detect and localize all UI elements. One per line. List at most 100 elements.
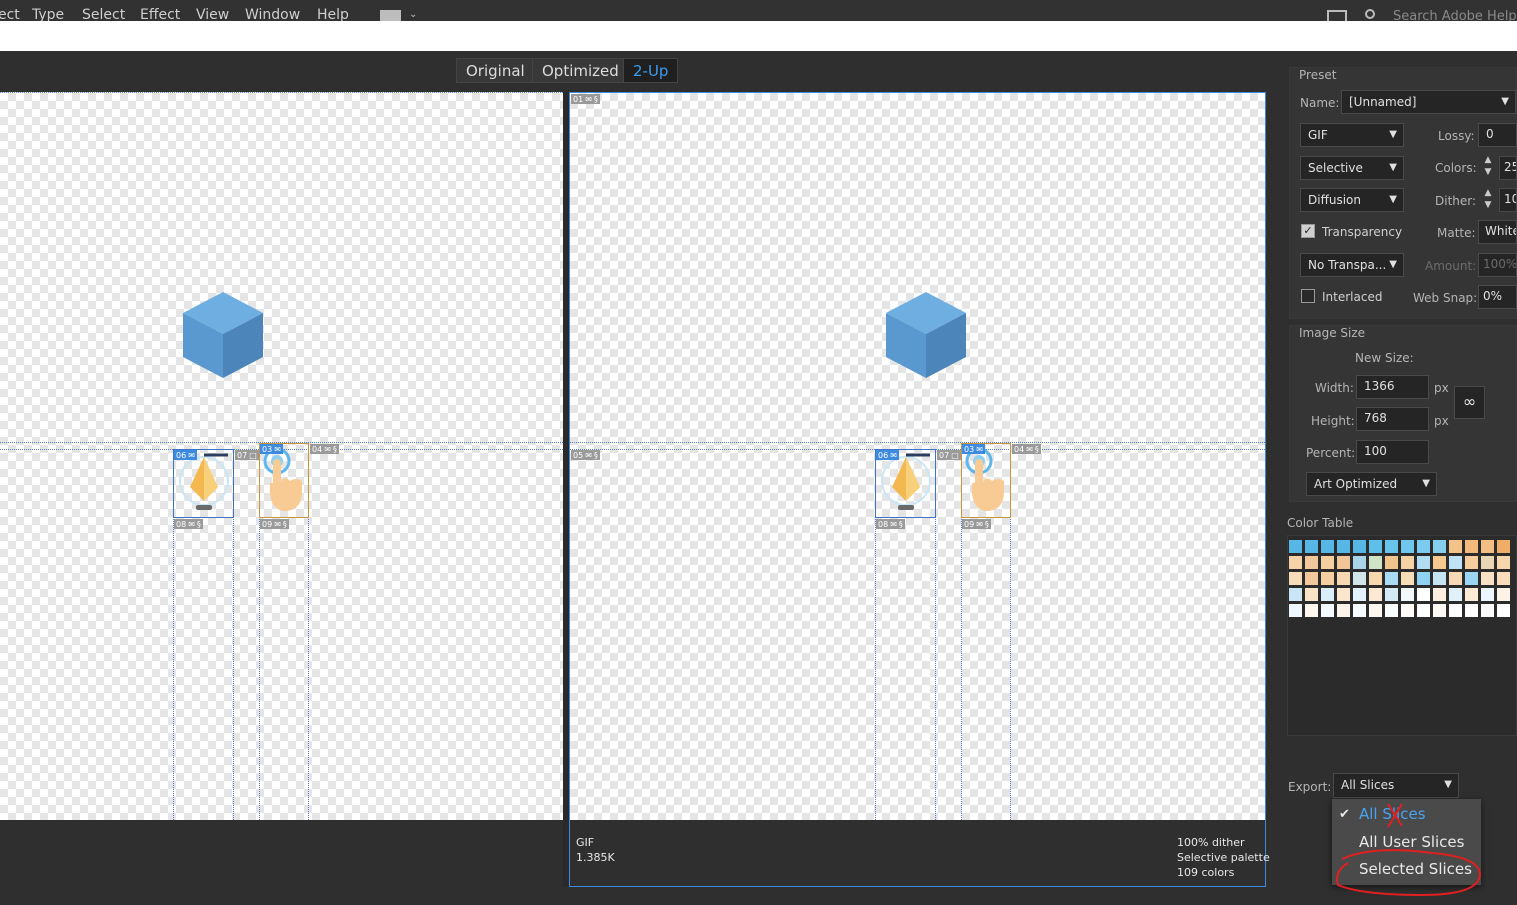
colors-stepper-icon[interactable]: ▲ ▼ bbox=[1480, 154, 1496, 180]
format-select[interactable]: GIF ▼ bbox=[1300, 123, 1404, 147]
color-swatch[interactable] bbox=[1401, 604, 1414, 617]
color-swatch[interactable] bbox=[1385, 604, 1398, 617]
color-swatch[interactable] bbox=[1449, 572, 1462, 585]
color-swatch[interactable] bbox=[1401, 572, 1414, 585]
color-swatch[interactable] bbox=[1433, 604, 1446, 617]
color-swatch[interactable] bbox=[1497, 540, 1510, 553]
color-swatch[interactable] bbox=[1385, 540, 1398, 553]
color-swatch[interactable] bbox=[1481, 588, 1494, 601]
color-swatch[interactable] bbox=[1337, 540, 1350, 553]
color-swatch[interactable] bbox=[1481, 572, 1494, 585]
color-swatch[interactable] bbox=[1305, 540, 1318, 553]
color-swatch[interactable] bbox=[1433, 572, 1446, 585]
color-swatch[interactable] bbox=[1337, 572, 1350, 585]
color-swatch[interactable] bbox=[1417, 604, 1430, 617]
tab-2-up[interactable]: 2-Up bbox=[623, 58, 679, 83]
color-swatch[interactable] bbox=[1401, 540, 1414, 553]
color-swatch[interactable] bbox=[1369, 540, 1382, 553]
color-swatch[interactable] bbox=[1417, 588, 1430, 601]
menu-effect[interactable]: Effect bbox=[140, 7, 180, 21]
color-swatch[interactable] bbox=[1465, 588, 1478, 601]
percent-input[interactable]: 100 bbox=[1356, 440, 1429, 464]
width-input[interactable]: 1366 bbox=[1356, 375, 1429, 399]
resample-quality-select[interactable]: Art Optimized ▼ bbox=[1306, 472, 1437, 496]
color-swatch[interactable] bbox=[1385, 572, 1398, 585]
transparency-checkbox[interactable]: ✓ bbox=[1301, 224, 1315, 238]
lossy-input[interactable]: 0 bbox=[1478, 123, 1517, 147]
menu-object[interactable]: ect bbox=[0, 7, 20, 21]
color-swatch[interactable] bbox=[1401, 588, 1414, 601]
color-swatch[interactable] bbox=[1353, 604, 1366, 617]
color-swatch[interactable] bbox=[1353, 572, 1366, 585]
color-swatch[interactable] bbox=[1289, 588, 1302, 601]
tab-original[interactable]: Original bbox=[456, 58, 535, 83]
original-preview-pane[interactable]: 06 ✉ 07 □ 03 ✉ 04 ✉ § 08 ✉ § 09 ✉ § bbox=[0, 92, 563, 820]
matte-select[interactable]: White bbox=[1478, 220, 1517, 244]
color-swatch[interactable] bbox=[1353, 588, 1366, 601]
color-swatch[interactable] bbox=[1417, 572, 1430, 585]
color-swatch[interactable] bbox=[1353, 540, 1366, 553]
color-swatch[interactable] bbox=[1321, 572, 1334, 585]
workspace-switcher-icon[interactable] bbox=[380, 10, 401, 21]
optimized-preview-pane[interactable]: 01 ✉ § 05 ✉ § 06 ✉ 07 □ 03 ✉ 04 ✉ § 08 ✉ § 09 ✉ § bbox=[569, 92, 1266, 820]
tab-optimized[interactable]: Optimized bbox=[532, 58, 629, 83]
color-swatch[interactable] bbox=[1321, 540, 1334, 553]
color-swatch[interactable] bbox=[1401, 556, 1414, 569]
export-select[interactable]: All Slices ▼ bbox=[1333, 773, 1459, 798]
color-swatch[interactable] bbox=[1289, 604, 1302, 617]
color-swatch[interactable] bbox=[1481, 540, 1494, 553]
dither-algorithm-select[interactable]: Diffusion ▼ bbox=[1300, 188, 1404, 212]
color-swatch[interactable] bbox=[1449, 588, 1462, 601]
color-swatch[interactable] bbox=[1481, 556, 1494, 569]
reduction-select[interactable]: Selective ▼ bbox=[1300, 156, 1404, 180]
color-swatch[interactable] bbox=[1481, 604, 1494, 617]
color-swatch[interactable] bbox=[1369, 556, 1382, 569]
color-swatch[interactable] bbox=[1353, 556, 1366, 569]
preset-name-select[interactable]: [Unnamed] ▼ bbox=[1341, 90, 1516, 114]
color-swatch[interactable] bbox=[1385, 556, 1398, 569]
color-swatch[interactable] bbox=[1497, 588, 1510, 601]
menu-view[interactable]: View bbox=[196, 7, 229, 21]
interlaced-checkbox[interactable] bbox=[1301, 289, 1315, 303]
color-swatch[interactable] bbox=[1369, 572, 1382, 585]
color-swatch[interactable] bbox=[1305, 572, 1318, 585]
color-swatch[interactable] bbox=[1465, 572, 1478, 585]
color-swatch[interactable] bbox=[1305, 588, 1318, 601]
color-swatch[interactable] bbox=[1497, 604, 1510, 617]
color-swatch[interactable] bbox=[1449, 540, 1462, 553]
color-swatch[interactable] bbox=[1465, 540, 1478, 553]
color-swatch[interactable] bbox=[1433, 540, 1446, 553]
color-swatch[interactable] bbox=[1449, 604, 1462, 617]
web-snap-input[interactable]: 0% bbox=[1478, 285, 1517, 309]
chevron-down-icon[interactable]: ⌄ bbox=[409, 9, 417, 20]
menu-help[interactable]: Help bbox=[317, 7, 349, 21]
color-swatch[interactable] bbox=[1417, 540, 1430, 553]
color-swatch[interactable] bbox=[1289, 556, 1302, 569]
color-swatch[interactable] bbox=[1417, 556, 1430, 569]
dither-input[interactable]: 10 bbox=[1499, 188, 1517, 212]
color-swatch[interactable] bbox=[1337, 556, 1350, 569]
color-swatch[interactable] bbox=[1337, 588, 1350, 601]
color-swatch[interactable] bbox=[1369, 588, 1382, 601]
color-swatch[interactable] bbox=[1449, 556, 1462, 569]
color-swatch[interactable] bbox=[1289, 572, 1302, 585]
color-swatch[interactable] bbox=[1497, 556, 1510, 569]
color-swatch[interactable] bbox=[1321, 556, 1334, 569]
color-swatch[interactable] bbox=[1321, 604, 1334, 617]
dither-stepper-icon[interactable]: ▲ ▼ bbox=[1480, 187, 1496, 213]
search-field[interactable]: Search Adobe Help bbox=[1360, 6, 1517, 21]
color-swatch[interactable] bbox=[1465, 604, 1478, 617]
color-swatch[interactable] bbox=[1305, 604, 1318, 617]
search-input[interactable]: Search Adobe Help bbox=[1393, 9, 1517, 21]
panel-toggle-icon[interactable] bbox=[1327, 10, 1347, 21]
constrain-proportions-link-icon[interactable]: ∞ bbox=[1454, 386, 1485, 419]
color-swatch[interactable] bbox=[1289, 540, 1302, 553]
color-swatch[interactable] bbox=[1433, 556, 1446, 569]
color-swatch[interactable] bbox=[1369, 604, 1382, 617]
color-swatch[interactable] bbox=[1433, 588, 1446, 601]
height-input[interactable]: 768 bbox=[1356, 407, 1429, 431]
menu-select[interactable]: Select bbox=[82, 7, 125, 21]
color-swatch[interactable] bbox=[1465, 556, 1478, 569]
transparency-dither-select[interactable]: No Transpa... ▼ bbox=[1300, 253, 1404, 277]
menu-type[interactable]: Type bbox=[32, 7, 64, 21]
